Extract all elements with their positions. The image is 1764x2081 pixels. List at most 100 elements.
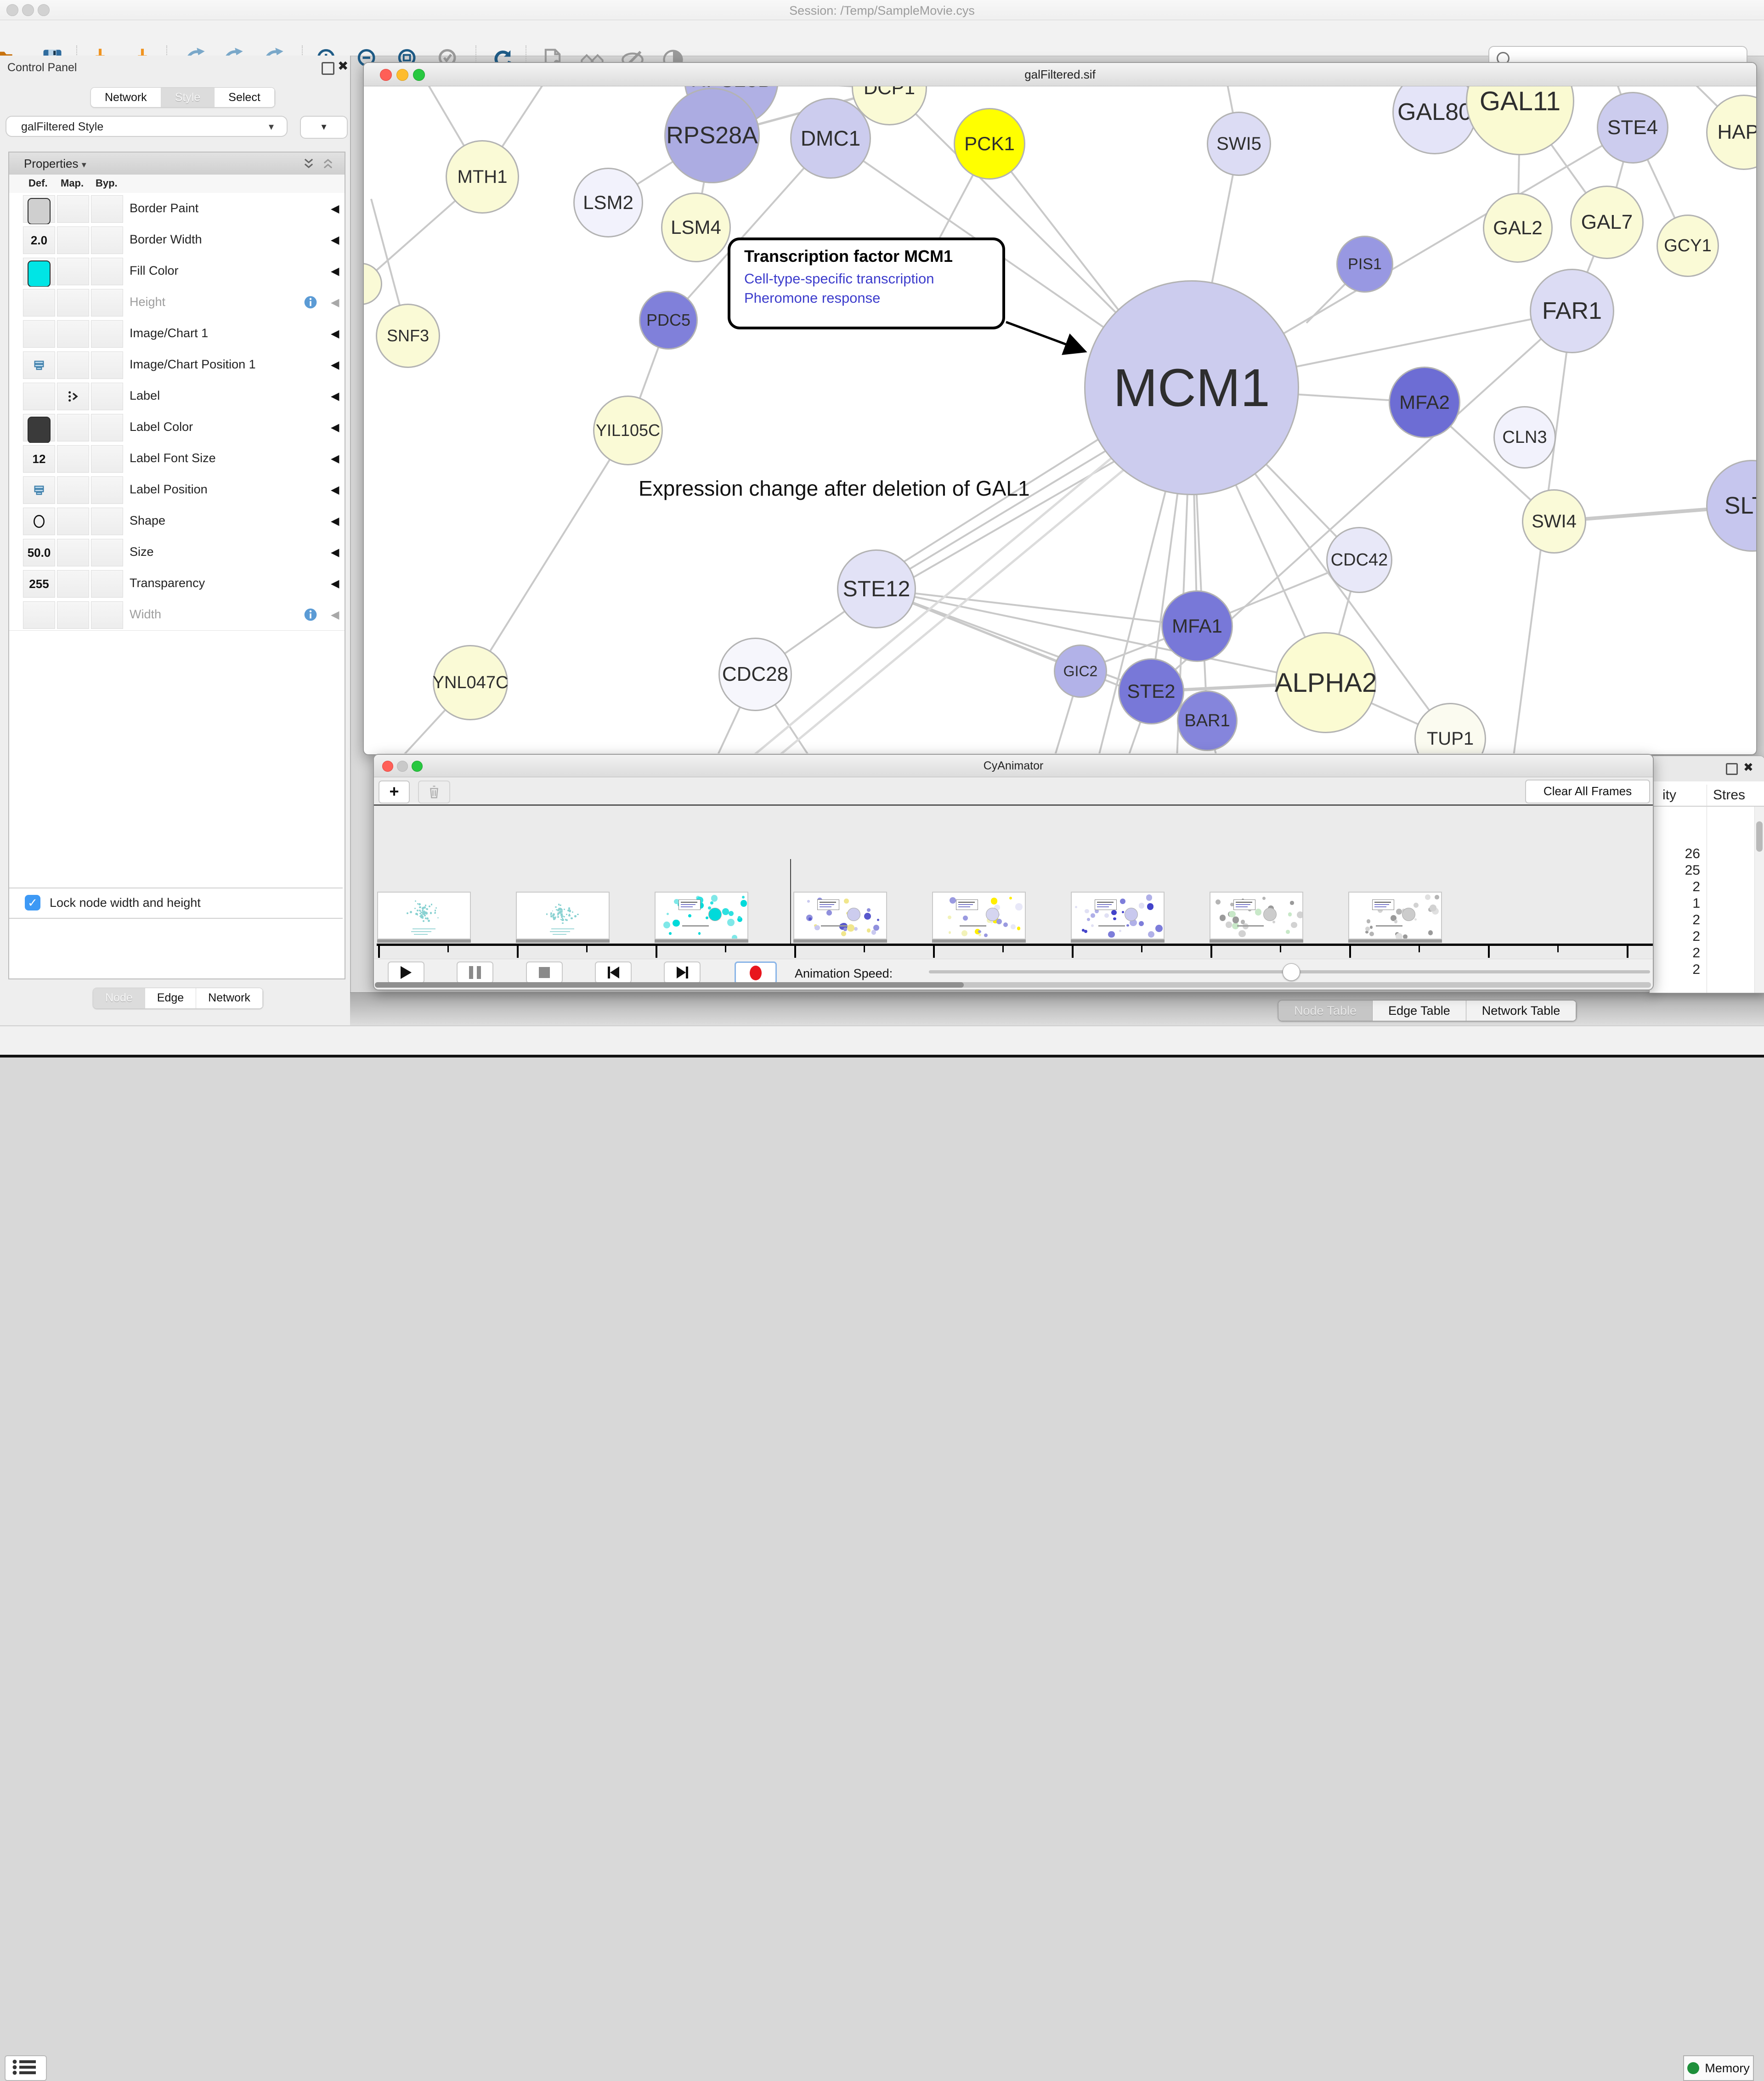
network-node-MCM1[interactable]: MCM1 — [1084, 280, 1299, 495]
default-cell[interactable] — [23, 476, 55, 504]
expand-row-icon[interactable]: ◀ — [331, 265, 339, 278]
timeline-frame-4[interactable] — [932, 892, 1026, 939]
network-node-MFA1[interactable]: MFA1 — [1161, 590, 1233, 662]
tab-network-table[interactable]: Network Table — [1466, 1001, 1577, 1021]
show-panels-button[interactable] — [5, 2055, 47, 2081]
tab-select[interactable]: Select — [215, 88, 274, 107]
position-icon[interactable] — [32, 358, 46, 373]
property-row-shape[interactable]: Shape◀ — [9, 505, 345, 537]
property-row-image-chart-position-1[interactable]: Image/Chart Position 1◀ — [9, 349, 345, 381]
color-swatch[interactable] — [28, 260, 51, 287]
mapping-cell[interactable] — [57, 258, 89, 285]
mapping-cell[interactable] — [57, 383, 89, 410]
table-row[interactable]: 2 — [1650, 879, 1700, 895]
mapping-cell[interactable] — [57, 476, 89, 504]
network-node-SNF3[interactable]: SNF3 — [376, 304, 440, 368]
network-node-LSM2[interactable]: LSM2 — [573, 168, 643, 238]
expand-row-icon[interactable]: ◀ — [331, 202, 339, 215]
lock-size-checkbox[interactable]: ✓ — [25, 895, 40, 910]
bypass-cell[interactable] — [91, 258, 123, 285]
column-header[interactable]: ity — [1662, 787, 1676, 803]
timeline-frame-6[interactable] — [1210, 892, 1303, 939]
bypass-cell[interactable] — [91, 414, 123, 441]
network-canvas[interactable]: RPS28BMTH1RPS28ALSM2LSM4DCP1DMC1PCK1SNF3… — [364, 86, 1756, 753]
timeline-frame-7[interactable] — [1348, 892, 1442, 939]
network-node-STE2[interactable]: STE2 — [1118, 658, 1184, 724]
table-row[interactable]: 2 — [1650, 912, 1700, 928]
column-header[interactable]: Stres — [1713, 787, 1745, 803]
timeline-playhead[interactable] — [790, 859, 791, 944]
network-node-PIS1[interactable]: PIS1 — [1336, 236, 1393, 293]
network-node-GAL7[interactable]: GAL7 — [1570, 186, 1644, 259]
table-vscrollbar[interactable] — [1754, 807, 1764, 993]
network-node-CDC28[interactable]: CDC28 — [718, 638, 792, 711]
default-cell[interactable] — [23, 195, 55, 223]
mapping-icon[interactable] — [66, 389, 80, 404]
default-cell[interactable] — [23, 351, 55, 379]
table-row[interactable]: 2 — [1650, 962, 1700, 978]
mapping-cell[interactable] — [57, 195, 89, 223]
default-cell[interactable]: 12 — [23, 445, 55, 473]
record-button[interactable] — [735, 961, 777, 984]
close-panel-icon[interactable]: ✖ — [1743, 762, 1753, 772]
expand-row-icon[interactable]: ◀ — [331, 546, 339, 559]
float-panel-icon[interactable] — [322, 62, 334, 75]
mcm1-annotation-box[interactable]: Transcription factor MCM1 Cell-type-spec… — [728, 238, 1005, 329]
bypass-cell[interactable] — [91, 351, 123, 379]
property-row-size[interactable]: 50.0Size◀ — [9, 537, 345, 568]
network-node-GIC2[interactable]: GIC2 — [1054, 645, 1107, 698]
bypass-cell[interactable] — [91, 383, 123, 410]
info-icon[interactable] — [303, 295, 318, 310]
bypass-cell[interactable] — [91, 539, 123, 566]
property-row-transparency[interactable]: 255Transparency◀ — [9, 568, 345, 599]
network-node-GCY1[interactable]: GCY1 — [1657, 215, 1719, 277]
annotation-link[interactable]: Pheromone response — [744, 290, 1002, 306]
cyanimator-titlebar[interactable]: CyAnimator — [374, 755, 1653, 777]
ellipse-icon[interactable] — [32, 514, 46, 529]
default-value[interactable]: 255 — [23, 571, 55, 597]
expand-row-icon[interactable]: ◀ — [331, 390, 339, 403]
timeline-frame-2[interactable] — [655, 892, 748, 939]
mapping-cell[interactable] — [57, 289, 89, 317]
style-selector-dropdown[interactable]: galFiltered Style ▾ — [6, 116, 288, 137]
table-row[interactable]: 2 — [1650, 929, 1700, 944]
expand-row-icon[interactable]: ◀ — [331, 452, 339, 465]
default-cell[interactable] — [23, 320, 55, 348]
network-node-FAR1[interactable]: FAR1 — [1530, 269, 1614, 353]
stop-button[interactable] — [526, 961, 563, 984]
default-value[interactable]: 12 — [23, 446, 55, 472]
expand-row-icon[interactable]: ◀ — [331, 296, 339, 309]
default-cell[interactable] — [23, 508, 55, 535]
timeline-panel[interactable]: 0123456789 Seconds — [374, 806, 1653, 978]
clear-all-frames-button[interactable]: Clear All Frames — [1525, 780, 1650, 803]
timeline-frame-0[interactable] — [377, 892, 471, 939]
expand-row-icon[interactable]: ◀ — [331, 421, 339, 434]
mapping-cell[interactable] — [57, 414, 89, 441]
mapping-cell[interactable] — [57, 226, 89, 254]
network-node-CLN3[interactable]: CLN3 — [1493, 406, 1556, 469]
default-cell[interactable] — [23, 258, 55, 285]
bypass-cell[interactable] — [91, 508, 123, 535]
skip-to-end-button[interactable] — [664, 961, 701, 984]
network-node-SWI5[interactable]: SWI5 — [1207, 112, 1271, 176]
network-node-YIL105C[interactable]: YIL105C — [593, 396, 663, 465]
network-node-STE4[interactable]: STE4 — [1597, 92, 1668, 164]
network-caption-annotation[interactable]: Expression change after deletion of GAL1 — [639, 476, 1030, 501]
expand-row-icon[interactable]: ◀ — [331, 327, 339, 340]
animation-speed-slider[interactable] — [929, 970, 1650, 973]
property-row-border-paint[interactable]: Border Paint◀ — [9, 193, 345, 225]
network-node-PDC5[interactable]: PDC5 — [639, 291, 698, 350]
bypass-cell[interactable] — [91, 476, 123, 504]
timeline-frame-3[interactable] — [793, 892, 887, 939]
vscrollbar-thumb[interactable] — [1756, 821, 1763, 852]
network-node-CDC42[interactable]: CDC42 — [1326, 527, 1392, 593]
skip-to-start-button[interactable] — [595, 961, 632, 984]
network-node-STE12[interactable]: STE12 — [837, 549, 916, 628]
mapping-cell[interactable] — [57, 539, 89, 566]
collapse-all-icon[interactable] — [322, 157, 334, 170]
expand-row-icon[interactable]: ◀ — [331, 608, 339, 622]
property-row-label-color[interactable]: Label Color◀ — [9, 412, 345, 443]
network-window-titlebar[interactable]: galFiltered.sif — [364, 63, 1756, 86]
network-node-RPS28A[interactable]: RPS28A — [664, 88, 760, 183]
timeline-frame-5[interactable] — [1071, 892, 1165, 939]
